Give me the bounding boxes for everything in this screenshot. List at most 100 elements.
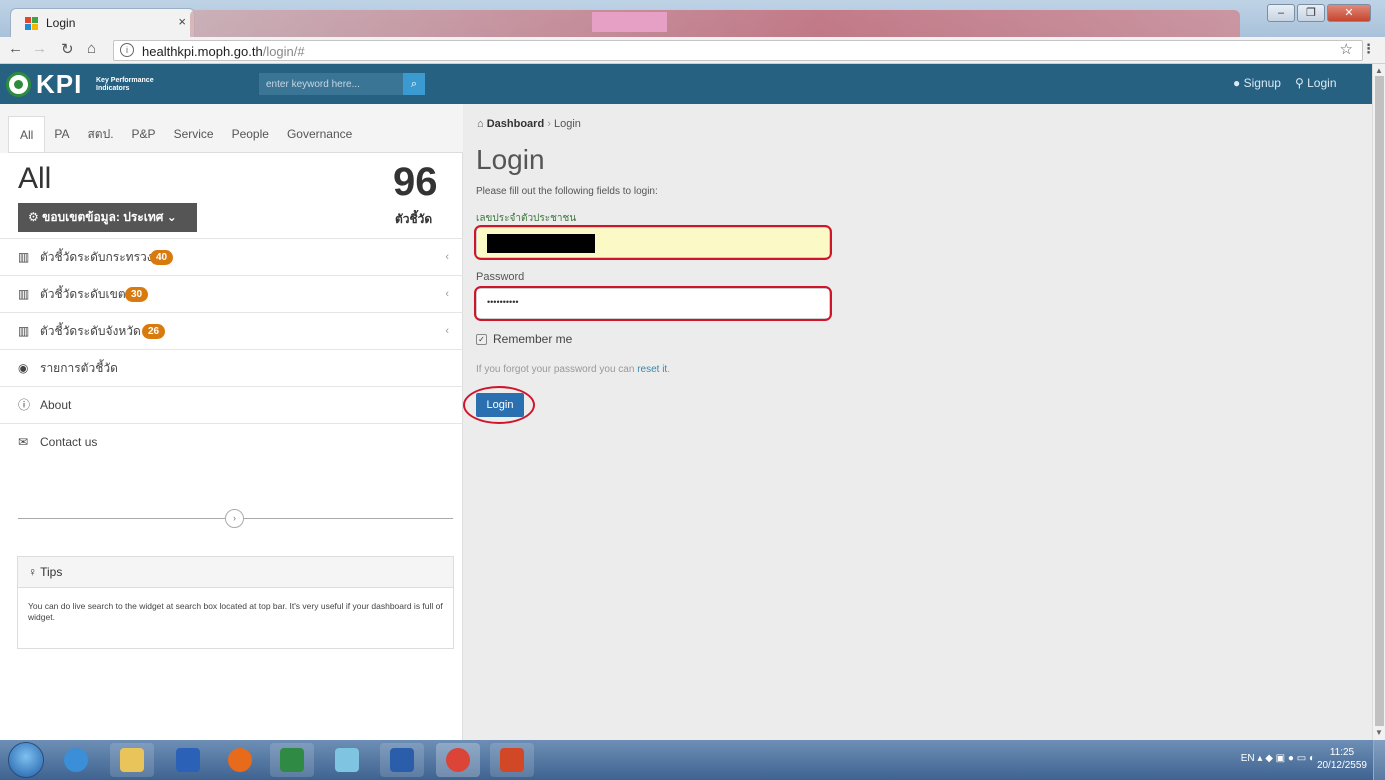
minimize-button[interactable]: – <box>1267 4 1295 22</box>
powerpoint-icon[interactable] <box>490 743 534 777</box>
count-badge: 26 <box>142 324 166 339</box>
tips-panel: ♀ Tips You can do live search to the wid… <box>17 556 454 649</box>
tab-pa[interactable]: PA <box>45 116 78 152</box>
reset-password-link[interactable]: reset it <box>637 364 667 375</box>
sidebar-item-province[interactable]: ▥ ตัวชี้วัดระดับจังหวัด 26 ‹ <box>0 312 463 349</box>
citizen-id-label: เลขประจำตัวประชาชน <box>476 213 577 224</box>
window-controls: – ❐ ✕ <box>1267 4 1371 22</box>
chevron-left-icon: ‹ <box>445 251 449 263</box>
sidebar-item-contact[interactable]: ✉ Contact us <box>0 423 463 460</box>
remember-me-checkbox[interactable]: ✓ <box>476 334 487 345</box>
system-tray[interactable]: EN ▴ ◆ ▣ ● ▭ ◐ <box>1241 753 1315 764</box>
info-icon: ⓘ <box>18 398 31 412</box>
password-label: Password <box>476 271 525 283</box>
envelope-icon: ✉ <box>18 435 29 449</box>
annotation-highlight <box>474 225 832 260</box>
top-navbar: KPI Key Performance Indicators ⌕ ● Signu… <box>0 64 1372 104</box>
forward-icon[interactable]: → <box>32 40 47 57</box>
maximize-button[interactable]: ❐ <box>1297 4 1325 22</box>
info-icon[interactable]: i <box>120 43 134 57</box>
browser-tabstrip: Login × – ❐ ✕ <box>0 0 1385 37</box>
chevron-left-icon: ‹ <box>445 288 449 300</box>
scroll-thumb[interactable] <box>1375 76 1384 726</box>
close-window-button[interactable]: ✕ <box>1327 4 1371 22</box>
tab-stp[interactable]: สตป. <box>78 116 122 152</box>
annotation-highlight <box>474 286 832 321</box>
tab-governance[interactable]: Governance <box>278 116 361 152</box>
remember-me-label[interactable]: Remember me <box>493 332 572 346</box>
page-scrollbar[interactable]: ▲ ▼ <box>1372 64 1385 740</box>
background-tab[interactable] <box>190 10 1240 37</box>
count-badge: 40 <box>150 250 174 265</box>
signup-link[interactable]: ● Signup <box>1233 76 1281 90</box>
sidebar-item-indicator-list[interactable]: ◉ รายการตัวชี้วัด <box>0 349 463 386</box>
tab-pp[interactable]: P&P <box>123 116 165 152</box>
sidebar-title: All <box>18 162 52 195</box>
tab-all[interactable]: All <box>8 116 46 152</box>
search-button[interactable]: ⌕ <box>403 73 425 95</box>
word-icon[interactable] <box>380 743 424 777</box>
annotation-circle <box>463 386 535 424</box>
tab-people[interactable]: People <box>223 116 278 152</box>
chrome-icon[interactable] <box>436 743 480 777</box>
tab-title: Login <box>46 16 76 30</box>
media-player-icon[interactable] <box>166 743 210 777</box>
page-title: Login <box>476 144 545 175</box>
browser-toolbar: ← → ↻ ⌂ i healthkpi.moph.go.th/login/# ☆… <box>0 37 1385 64</box>
home-icon[interactable]: ⌂ <box>87 40 96 57</box>
tab-close-icon[interactable]: × <box>178 14 186 29</box>
scroll-down-icon[interactable]: ▼ <box>1375 728 1383 737</box>
scope-dropdown[interactable]: ⚙ ขอบเขตข้อมูล: ประเทศ ⌄ <box>18 203 197 232</box>
folder-icon[interactable] <box>325 743 369 777</box>
forgot-password-text: If you forgot your password you can rese… <box>476 364 670 375</box>
reload-icon[interactable]: ↻ <box>61 40 74 58</box>
count-badge: 30 <box>125 287 149 302</box>
sidebar-item-about[interactable]: ⓘ About <box>0 386 463 423</box>
clock[interactable]: 11:25 20/12/2559 <box>1317 746 1367 772</box>
chevron-left-icon: ‹ <box>445 325 449 337</box>
explorer-icon[interactable] <box>110 743 154 777</box>
sidebar-item-ministry[interactable]: ▥ ตัวชี้วัดระดับกระทรวง 40 ‹ <box>0 238 463 275</box>
login-link[interactable]: ⚲ Login <box>1295 76 1337 90</box>
dashboard-icon: ◉ <box>18 361 29 375</box>
sidebar: All PA สตป. P&P Service People Governanc… <box>0 104 463 740</box>
firefox-icon[interactable] <box>218 743 262 777</box>
sidebar-item-region[interactable]: ▥ ตัวชี้วัดระดับเขต 30 ‹ <box>0 275 463 312</box>
collapse-sidebar-button[interactable]: › <box>225 509 244 528</box>
windows-taskbar: EN ▴ ◆ ▣ ● ▭ ◐ 11:25 20/12/2559 <box>0 740 1385 780</box>
breadcrumb-current: Login <box>553 118 581 130</box>
page: KPI Key Performance Indicators ⌕ ● Signu… <box>0 64 1372 740</box>
logo-text[interactable]: KPI <box>36 70 82 98</box>
tips-header: ♀ Tips <box>18 557 453 588</box>
ie-icon[interactable] <box>54 743 98 777</box>
breadcrumb-dashboard-link[interactable]: Dashboard <box>487 118 544 130</box>
browser-tab[interactable]: Login × <box>10 8 195 37</box>
search-input[interactable] <box>259 73 403 95</box>
category-tabs: All PA สตป. P&P Service People Governanc… <box>8 116 361 152</box>
show-desktop-button[interactable] <box>1373 740 1385 780</box>
browser-menu-icon[interactable]: ⋮ <box>1362 41 1375 57</box>
bookmark-star-icon[interactable]: ☆ <box>1340 40 1353 58</box>
back-icon[interactable]: ← <box>8 40 23 57</box>
address-bar[interactable]: i healthkpi.moph.go.th/login/# <box>113 40 1363 61</box>
search-icon: ⌕ <box>410 78 418 90</box>
start-button[interactable] <box>8 742 44 778</box>
scope-label: ขอบเขตข้อมูล: ประเทศ <box>42 210 164 224</box>
background-tab-highlight <box>592 12 667 32</box>
lightbulb-icon: ♀ <box>28 565 37 579</box>
kpi-favicon-icon <box>25 17 38 30</box>
bar-chart-icon: ▥ <box>18 250 30 264</box>
logo-subtitle: Key Performance Indicators <box>96 77 154 92</box>
gear-icon: ⚙ <box>28 210 39 224</box>
tab-service[interactable]: Service <box>165 116 223 152</box>
home-icon: ⌂ <box>477 118 484 130</box>
tips-text: You can do live search to the widget at … <box>28 601 443 622</box>
excel-icon[interactable] <box>270 743 314 777</box>
indicator-count-label: ตัวชี้วัด <box>395 212 433 226</box>
breadcrumb: ⌂ Dashboard › Login <box>477 118 581 130</box>
moph-logo-icon <box>6 72 31 97</box>
bar-chart-icon: ▥ <box>18 287 30 301</box>
scroll-up-icon[interactable]: ▲ <box>1375 66 1383 75</box>
bar-chart-icon: ▥ <box>18 324 30 338</box>
indicator-count: 96 <box>393 160 438 204</box>
